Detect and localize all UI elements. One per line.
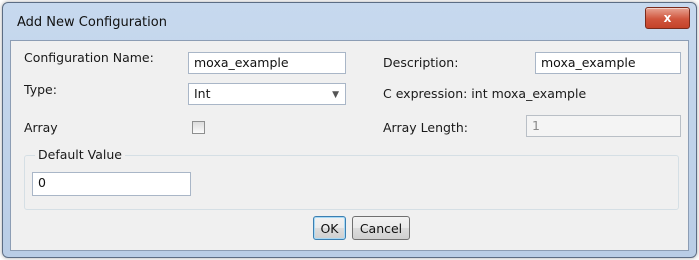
description-label: Description: bbox=[383, 55, 459, 70]
c-expression-text: C expression: int moxa_example bbox=[383, 86, 587, 101]
array-label: Array bbox=[24, 120, 58, 135]
chevron-down-icon: ▼ bbox=[332, 90, 339, 100]
array-length-label: Array Length: bbox=[383, 120, 468, 135]
configuration-name-input[interactable]: moxa_example bbox=[188, 52, 346, 74]
default-value-input[interactable]: 0 bbox=[32, 172, 191, 196]
cancel-button[interactable]: Cancel bbox=[352, 216, 410, 240]
dialog-window: Add New Configuration x Configuration Na… bbox=[2, 2, 697, 258]
dialog-title: Add New Configuration bbox=[17, 15, 167, 30]
configuration-name-label: Configuration Name: bbox=[24, 50, 154, 65]
ok-button[interactable]: OK bbox=[313, 216, 346, 240]
dialog-body: Configuration Name: moxa_example Descrip… bbox=[10, 40, 689, 251]
array-checkbox[interactable] bbox=[192, 121, 205, 134]
default-value-group-title: Default Value bbox=[35, 147, 125, 162]
close-icon: x bbox=[663, 11, 672, 25]
type-label: Type: bbox=[24, 82, 57, 97]
type-dropdown[interactable]: Int ▼ bbox=[188, 83, 346, 105]
description-input[interactable]: moxa_example bbox=[535, 52, 681, 74]
array-length-input[interactable]: 1 bbox=[526, 115, 681, 137]
type-selected-value: Int bbox=[194, 86, 211, 101]
close-button[interactable]: x bbox=[645, 7, 690, 29]
